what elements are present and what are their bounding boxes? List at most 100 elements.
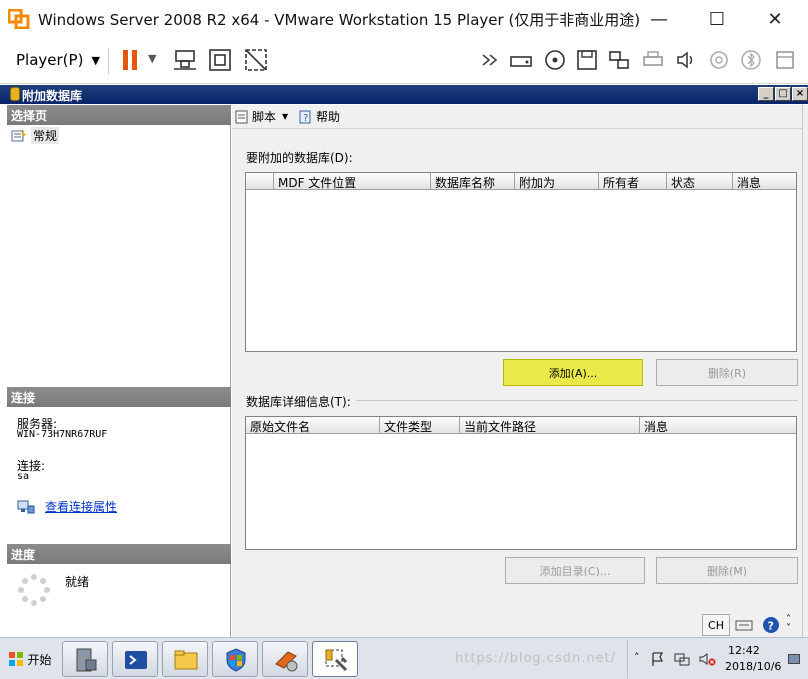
- powershell-icon: [125, 651, 147, 669]
- player-menu-label: Player(P): [16, 51, 84, 69]
- windows-logo-icon: [9, 652, 24, 666]
- script-icon: [235, 110, 248, 123]
- help-label: 帮助: [316, 110, 341, 124]
- send-ctrl-alt-del-icon[interactable]: [172, 47, 198, 73]
- column-header[interactable]: 原始文件名: [246, 417, 380, 434]
- add-database-button[interactable]: 添加(A)...: [503, 359, 643, 386]
- pause-icon[interactable]: [117, 47, 143, 73]
- blog-watermark: https://blog.csdn.net/: [455, 651, 617, 666]
- page-item-general[interactable]: 常规: [11, 127, 60, 144]
- column-header[interactable]: 数据库名称: [431, 173, 515, 190]
- general-page-icon: [11, 129, 26, 141]
- column-header[interactable]: 消息: [733, 173, 796, 190]
- column-header[interactable]: 消息: [640, 417, 796, 434]
- close-button[interactable]: ✕: [746, 0, 804, 38]
- taskbar-powershell[interactable]: [112, 641, 158, 677]
- ime-options-icon[interactable]: ˄ ˅: [786, 615, 791, 634]
- svg-text:?: ?: [303, 113, 308, 124]
- progress-spinner-icon: [18, 574, 50, 606]
- hard-disk-icon[interactable]: [508, 47, 534, 73]
- left-pane: 选择页 常规 连接 服务器: WIN-73H7NR67RUF 连接: sa 查看…: [7, 105, 231, 637]
- show-desktop-icon[interactable]: [788, 654, 800, 664]
- start-label: 开始: [27, 652, 52, 667]
- column-header[interactable]: 所有者: [599, 173, 667, 190]
- clock-time: 12:42: [728, 644, 760, 657]
- show-hidden-icons-icon[interactable]: ˄: [634, 651, 640, 664]
- vmware-title-bar: Windows Server 2008 R2 x64 - VMware Work…: [0, 0, 808, 38]
- pause-dropdown-icon[interactable]: ▼: [148, 52, 156, 65]
- toolbar-divider: [108, 48, 109, 74]
- vmware-logo-icon: [8, 9, 30, 29]
- network-icon[interactable]: [674, 651, 690, 667]
- shield-icon: [226, 648, 246, 672]
- dialog-restore-button[interactable]: □: [775, 87, 791, 101]
- network-adapter-icon[interactable]: [606, 47, 632, 73]
- window-title: Windows Server 2008 R2 x64 - VMware Work…: [38, 11, 641, 29]
- taskbar-ssms[interactable]: [312, 641, 358, 677]
- dialog-title: 附加数据库: [22, 89, 83, 103]
- volume-muted-icon[interactable]: [698, 651, 716, 667]
- connection-value: sa: [17, 471, 30, 482]
- ssms-icon: [325, 649, 348, 672]
- select-page-header: 选择页: [7, 105, 231, 125]
- taskbar-security-config[interactable]: [212, 641, 258, 677]
- view-connection-properties-label: 查看连接属性: [45, 500, 118, 514]
- folder-icon: [174, 650, 198, 670]
- system-tray: ˄ 12:42 2018/10/6: [627, 640, 808, 678]
- add-catalog-button[interactable]: 添加目录(C)...: [505, 557, 645, 584]
- chevron-down-icon: ▼: [91, 53, 100, 67]
- progress-status: 就绪: [65, 575, 90, 589]
- webcam-icon[interactable]: [706, 47, 732, 73]
- fit-guest-icon[interactable]: [207, 47, 233, 73]
- unity-mode-icon[interactable]: [243, 47, 269, 73]
- taskbar-sql-tools[interactable]: [262, 641, 308, 677]
- forward-icon[interactable]: [478, 47, 504, 73]
- attach-databases-label: 要附加的数据库(D):: [246, 151, 353, 165]
- cd-dvd-icon[interactable]: [542, 47, 568, 73]
- floppy-icon[interactable]: [574, 47, 600, 73]
- dialog-scrollbar[interactable]: [802, 105, 808, 637]
- help-circle-icon[interactable]: ?: [761, 615, 781, 635]
- database-details-grid[interactable]: 原始文件名 文件类型 当前文件路径 消息: [245, 416, 797, 550]
- action-center-flag-icon[interactable]: [650, 651, 666, 667]
- column-header[interactable]: 文件类型: [380, 417, 460, 434]
- server-value: WIN-73H7NR67RUF: [17, 429, 108, 440]
- column-header[interactable]: 附加为: [515, 173, 599, 190]
- script-button[interactable]: 脚本 ▼: [234, 108, 288, 125]
- start-button[interactable]: 开始: [2, 642, 58, 676]
- printer-icon[interactable]: [640, 47, 666, 73]
- details-divider: [356, 400, 798, 401]
- remove-database-button[interactable]: 删除(R): [656, 359, 798, 386]
- vmware-toolbar: Player(P) ▼ ▼: [0, 38, 808, 84]
- column-header[interactable]: 状态: [667, 173, 733, 190]
- taskbar-explorer[interactable]: [162, 641, 208, 677]
- connection-properties-icon: [17, 500, 35, 513]
- column-header[interactable]: 当前文件路径: [460, 417, 640, 434]
- attach-databases-grid[interactable]: MDF 文件位置 数据库名称 附加为 所有者 状态 消息: [245, 172, 797, 352]
- grid-header-selector: [246, 173, 274, 190]
- column-header[interactable]: MDF 文件位置: [274, 173, 431, 190]
- connection-header: 连接: [7, 387, 231, 407]
- bluetooth-icon[interactable]: [738, 47, 764, 73]
- maximize-button[interactable]: ☐: [688, 0, 746, 38]
- dialog-toolbar: 脚本 ▼ ? 帮助: [232, 105, 802, 129]
- view-connection-properties-link[interactable]: 查看连接属性: [17, 498, 117, 515]
- player-menu-button[interactable]: Player(P) ▼: [8, 46, 108, 74]
- dialog-minimize-button[interactable]: _: [758, 87, 774, 101]
- help-icon: ?: [299, 110, 311, 124]
- minimize-button[interactable]: —: [630, 0, 688, 38]
- sql-tools-icon: [275, 651, 298, 672]
- help-button[interactable]: ? 帮助: [298, 108, 340, 125]
- message-log-icon[interactable]: [772, 47, 798, 73]
- ime-language-button[interactable]: CH: [702, 614, 730, 636]
- taskbar-server-manager[interactable]: [62, 641, 108, 677]
- svg-text:?: ?: [768, 620, 774, 633]
- remove-detail-button[interactable]: 删除(M): [656, 557, 798, 584]
- script-label: 脚本: [252, 110, 277, 124]
- right-pane: 脚本 ▼ ? 帮助 要附加的数据库(D): MDF 文件位置 数据库名称 附加为…: [232, 105, 802, 637]
- dialog-close-button[interactable]: ×: [792, 87, 808, 101]
- progress-header: 进度: [7, 544, 231, 564]
- sound-icon[interactable]: [673, 47, 699, 73]
- keyboard-icon[interactable]: [734, 615, 754, 635]
- taskbar: 开始 https://blog.csdn.net/ ˄ 12:42 2018/1…: [0, 637, 808, 679]
